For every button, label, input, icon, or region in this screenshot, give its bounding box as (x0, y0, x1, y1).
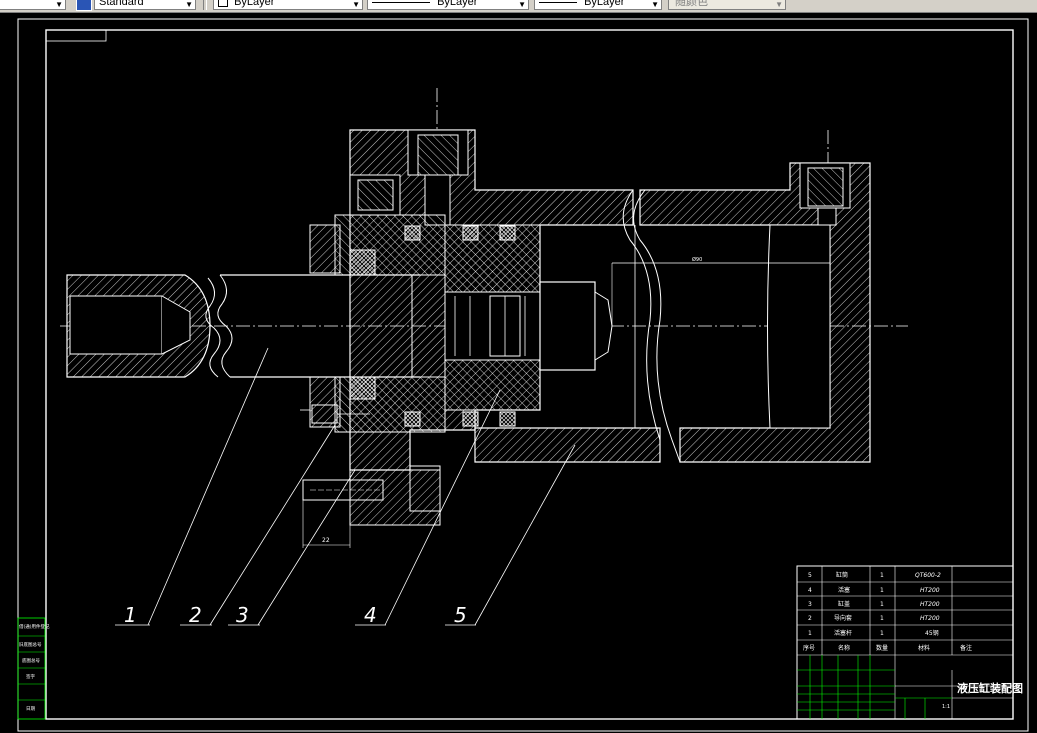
drawing-title: 液压缸装配图 (957, 681, 1023, 695)
bom-row-4-no: 1 (808, 630, 812, 637)
bom-row-1-material: HT200 (920, 587, 940, 594)
leader-label-1: 1 (124, 603, 137, 627)
bom-row-0-material: QT600-2 (915, 572, 941, 579)
leader-label-4: 4 (364, 603, 377, 627)
rod-end (66, 274, 211, 378)
bom-header-remark: 备注 (960, 644, 972, 652)
title-block: 5 缸筒 1 QT600-2 4 活塞 1 HT200 3 缸盖 1 HT200… (796, 565, 1023, 720)
bom-row-3-qty: 1 (880, 615, 884, 622)
bom-row-1-name: 活塞 (838, 586, 850, 594)
leader-label-2: 2 (189, 603, 202, 627)
bom-row-2-material: HT200 (920, 601, 940, 608)
dim-small-label: 22 (322, 537, 330, 544)
corner-box (45, 29, 107, 42)
drawing-canvas[interactable]: 22 Ø90 1 2 3 4 5 借(通)用件登记 旧底图总号 底图总号 签字 … (0, 0, 1037, 733)
bom-row-2-qty: 1 (880, 601, 884, 608)
side-table: 借(通)用件登记 旧底图总号 底图总号 签字 日期 (17, 617, 50, 720)
bom-row-0-name: 缸筒 (836, 571, 848, 579)
bom-row-4-name: 活塞杆 (834, 629, 852, 637)
bom-row-2-no: 3 (808, 601, 812, 608)
bom-row-1-no: 4 (808, 587, 812, 594)
bom-row-4-qty: 1 (880, 630, 884, 637)
bom-row-3-material: HT200 (920, 615, 940, 622)
bom-row-4-material: 45钢 (925, 629, 939, 637)
bom-row-1-qty: 1 (880, 587, 884, 594)
side-cell-3: 签字 (26, 673, 35, 680)
piston (444, 281, 613, 371)
side-cell-1: 旧底图总号 (19, 641, 42, 648)
side-cell-0: 借(通)用件登记 (19, 623, 50, 630)
dim-bore-label: Ø90 (692, 256, 702, 263)
side-cell-2: 底图总号 (22, 657, 40, 664)
side-cell-4: 日期 (26, 706, 35, 712)
bom-row-2-name: 缸盖 (838, 600, 850, 608)
bom-header-name: 名称 (838, 644, 850, 652)
bom-header-material: 材料 (918, 644, 930, 652)
bom-row-0-no: 5 (808, 572, 812, 579)
bom-row-3-no: 2 (808, 615, 812, 622)
scale-value: 1:1 (942, 704, 950, 710)
leader-label-5: 5 (454, 603, 467, 627)
bom-header-no: 序号 (803, 644, 815, 652)
leader-label-3: 3 (236, 603, 249, 627)
bom-row-3-name: 导向套 (834, 614, 852, 622)
bom-row-0-qty: 1 (880, 572, 884, 579)
bom-header-qty: 数量 (876, 644, 888, 652)
